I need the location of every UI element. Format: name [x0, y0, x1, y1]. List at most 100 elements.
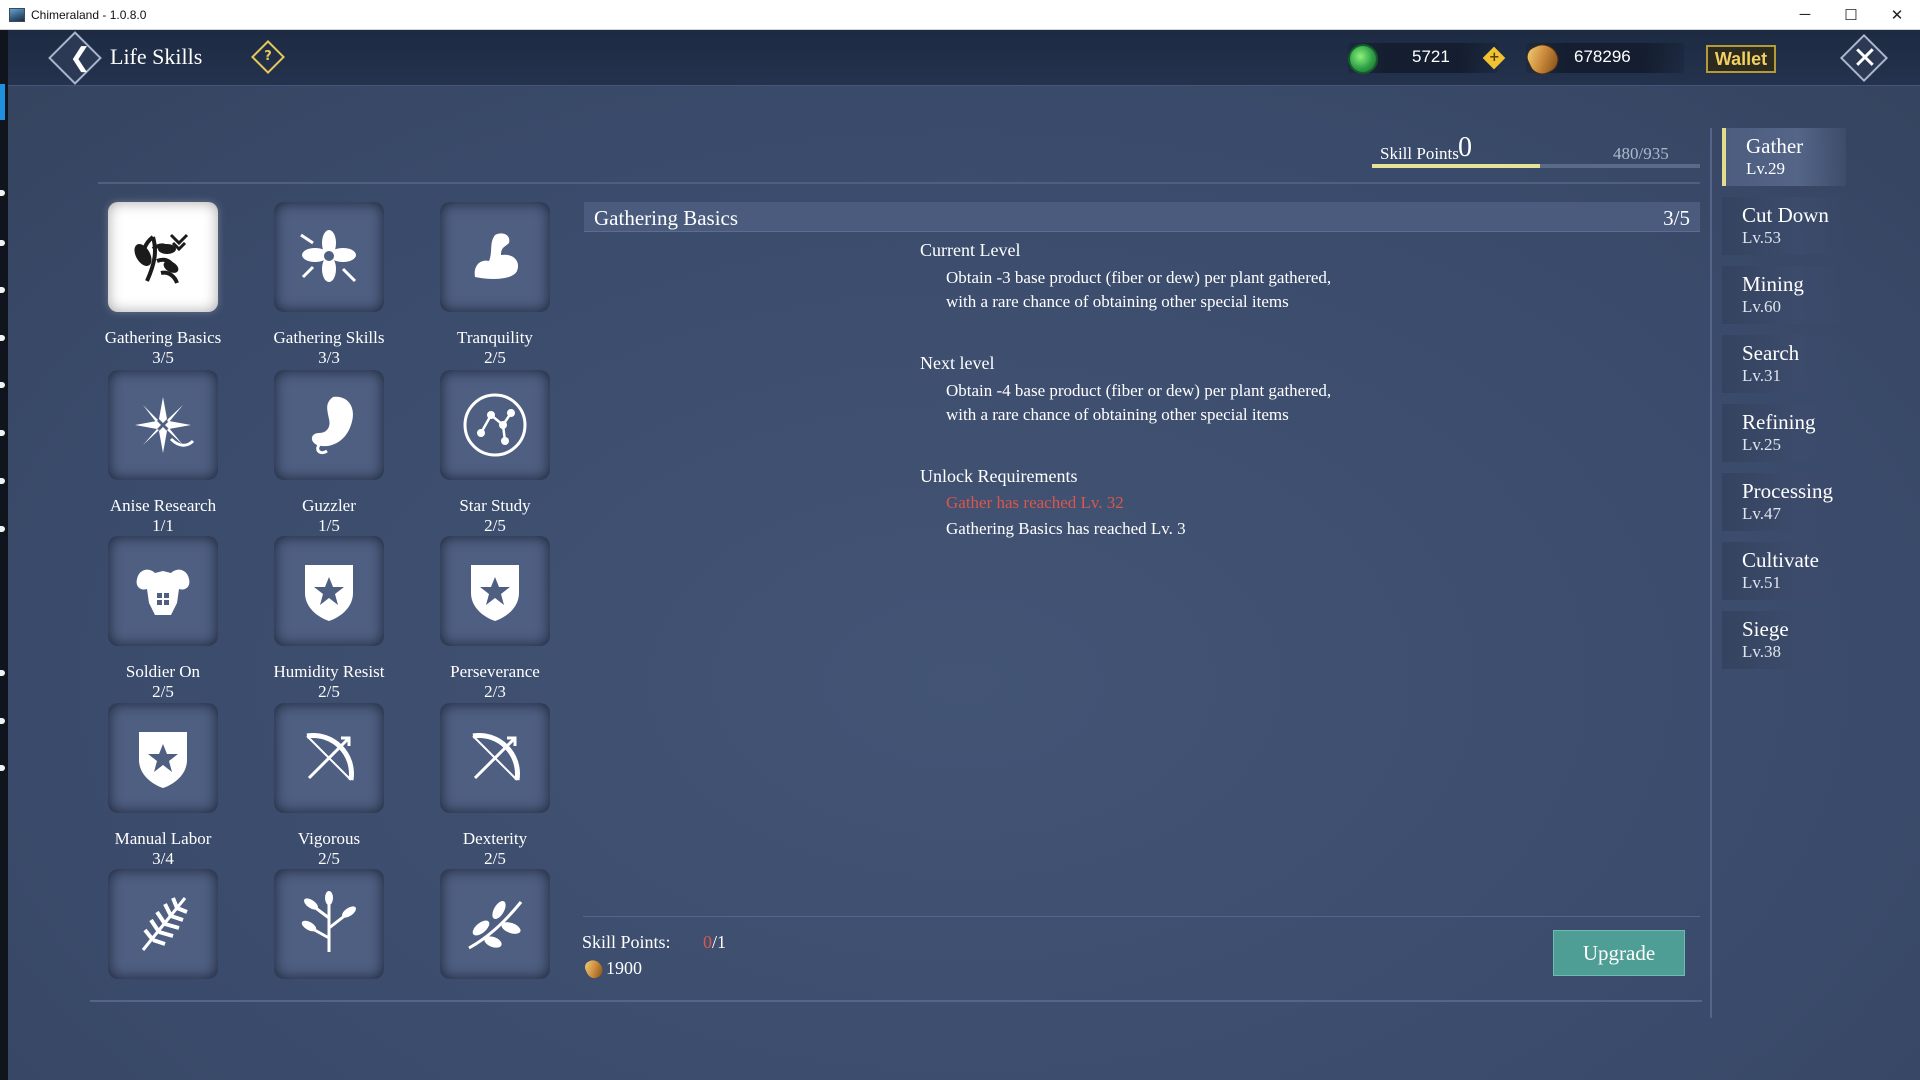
skill-name: Dexterity	[462, 829, 528, 848]
skill-name: Humidity Resist	[273, 662, 385, 681]
life-skills-panel: Skill Points 0 480/935 Gathering Basics …	[8, 86, 1920, 1080]
tab-level: Lv.51	[1742, 573, 1782, 592]
tab-label: Mining	[1742, 272, 1804, 296]
header-divider	[98, 182, 1700, 184]
tab-label: Processing	[1742, 479, 1833, 503]
skill-humidity-resist[interactable]: Humidity Resist 2/5	[254, 536, 404, 702]
game-header: ❮ Life Skills ? 5721 + 678296 Wallet ✕	[8, 30, 1920, 86]
arm-icon	[440, 202, 550, 312]
skill-name: Gathering Basics	[104, 328, 222, 347]
skill-vigorous[interactable]: Vigorous 2/5	[254, 703, 404, 869]
strip-dot	[0, 670, 5, 676]
skill-soldier-on[interactable]: Soldier On 2/5	[88, 536, 238, 702]
skill-gathering-basics[interactable]: Gathering Basics 3/5	[88, 202, 238, 368]
wallet-button[interactable]: Wallet	[1706, 45, 1776, 73]
skill-detail-header: Gathering Basics 3/5	[584, 202, 1700, 232]
bottom-divider	[90, 1000, 1702, 1002]
tab-search[interactable]: Search Lv.31	[1722, 335, 1846, 393]
jade-icon	[1348, 44, 1378, 74]
tab-cultivate[interactable]: Cultivate Lv.51	[1722, 542, 1846, 600]
skill-branch[interactable]	[420, 869, 570, 995]
upgrade-button[interactable]: Upgrade	[1553, 930, 1685, 976]
upgrade-skill-points-value: 0/1	[703, 932, 727, 952]
skill-name: Anise Research	[109, 496, 217, 515]
skill-star-study[interactable]: Star Study 2/5	[420, 370, 570, 536]
tab-label: Siege	[1742, 617, 1789, 641]
window-titlebar: Chimeraland - 1.0.8.0 ─ ☐ ✕	[0, 0, 1920, 30]
skill-name: Vigorous	[297, 829, 361, 848]
skill-level: 2/5	[318, 849, 340, 868]
tab-label: Search	[1742, 341, 1800, 365]
tab-label: Cultivate	[1742, 548, 1819, 572]
seed-value: 678296	[1574, 47, 1631, 66]
flower-icon	[274, 202, 384, 312]
skill-manual-labor[interactable]: Manual Labor 3/4	[88, 703, 238, 869]
upgrade-cost-value: 1900	[606, 958, 642, 978]
skill-xp-progress-text: 480/935	[1613, 144, 1669, 163]
back-icon[interactable]: ❮	[60, 38, 100, 78]
tab-level: Lv.60	[1742, 297, 1782, 316]
bow-icon	[274, 703, 384, 813]
tab-label: Refining	[1742, 410, 1816, 434]
tab-level: Lv.38	[1742, 642, 1782, 661]
branch-icon	[440, 869, 550, 979]
strip-dot	[0, 430, 5, 436]
detail-footer-divider	[583, 916, 1700, 917]
next-level-description: Obtain -4 base product (fiber or dew) pe…	[946, 381, 1332, 424]
tab-cut-down[interactable]: Cut Down Lv.53	[1722, 197, 1846, 255]
skill-tranquility[interactable]: Tranquility 2/5	[420, 202, 570, 368]
strip-dot	[0, 240, 5, 246]
skill-level: 2/5	[484, 348, 506, 367]
skill-sprig[interactable]	[254, 869, 404, 995]
skill-anise-research[interactable]: Anise Research 1/1	[88, 370, 238, 536]
strip-dot	[0, 382, 5, 388]
anise-icon	[108, 370, 218, 480]
jade-value: 5721	[1412, 47, 1450, 66]
tab-mining[interactable]: Mining Lv.60	[1722, 266, 1846, 324]
tab-level: Lv.53	[1742, 228, 1782, 247]
current-level-description: Obtain -3 base product (fiber or dew) pe…	[946, 268, 1332, 311]
skill-xp-progress-bar	[1372, 164, 1700, 168]
skill-perseverance[interactable]: Perseverance 2/3	[420, 536, 570, 702]
tab-gather[interactable]: Gather Lv.29	[1722, 128, 1846, 186]
tab-siege[interactable]: Siege Lv.38	[1722, 611, 1846, 669]
seed-coin-icon	[582, 956, 606, 981]
tab-processing[interactable]: Processing Lv.47	[1722, 473, 1846, 531]
skill-fern[interactable]	[88, 869, 238, 995]
page-title: Life Skills	[110, 44, 203, 69]
skill-name: Soldier On	[125, 662, 201, 681]
help-icon[interactable]: ?	[251, 40, 285, 74]
minimize-button[interactable]: ─	[1782, 0, 1828, 29]
skill-guzzler[interactable]: Guzzler 1/5	[254, 370, 404, 536]
window-close-button[interactable]: ✕	[1874, 0, 1920, 29]
skill-dexterity[interactable]: Dexterity 2/5	[420, 703, 570, 869]
herb-icon	[108, 202, 218, 312]
next-level-title: Next level	[920, 353, 995, 373]
skill-gathering-skills[interactable]: Gathering Skills 3/3	[254, 202, 404, 368]
tab-label: Gather	[1746, 134, 1804, 158]
tab-refining[interactable]: Refining Lv.25	[1722, 404, 1846, 462]
skill-level: 1/1	[152, 516, 174, 535]
window-title: Chimeraland - 1.0.8.0	[31, 7, 147, 22]
current-level-title: Current Level	[920, 240, 1021, 260]
skill-name: Guzzler	[302, 496, 356, 515]
skill-points-value: 0	[1458, 132, 1472, 163]
maximize-button[interactable]: ☐	[1828, 0, 1874, 29]
tab-level: Lv.29	[1746, 159, 1786, 178]
skill-level: 3/4	[152, 849, 174, 868]
skill-level: 3/3	[318, 348, 340, 367]
skill-name: Tranquility	[457, 328, 533, 347]
constellation-icon	[440, 370, 550, 480]
skill-level: 3/5	[152, 348, 174, 367]
fern-icon	[108, 869, 218, 979]
strip-dot	[0, 287, 5, 293]
skill-level: 1/5	[318, 516, 340, 535]
stomach-icon	[274, 370, 384, 480]
skill-level: 2/5	[484, 516, 506, 535]
skill-name: Gathering Skills	[273, 328, 385, 347]
close-icon[interactable]: ✕	[1846, 38, 1884, 78]
star-shield-icon	[440, 536, 550, 646]
upgrade-skill-points-label: Skill Points:	[582, 932, 671, 952]
bow-icon	[440, 703, 550, 813]
sprig-icon	[274, 869, 384, 979]
